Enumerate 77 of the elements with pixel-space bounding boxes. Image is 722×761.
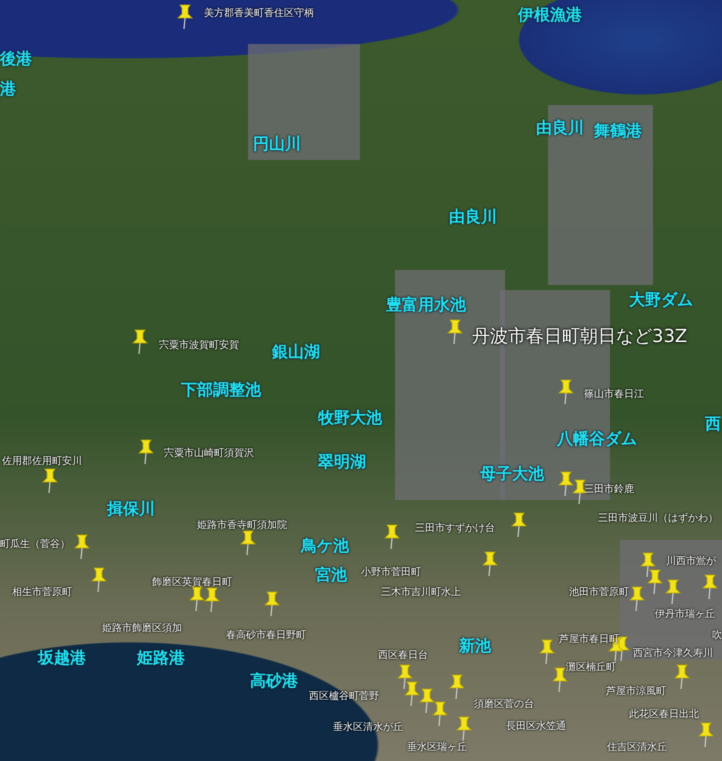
- water-body-label: 坂越港: [38, 649, 86, 668]
- water-body-label: 伊根漁港: [518, 6, 582, 24]
- place-label: 西区櫨谷町菅野: [309, 691, 379, 702]
- place-label: 相生市菅原町: [12, 587, 72, 598]
- place-label: 三木市吉川町水上: [381, 587, 461, 598]
- place-label: 宍粟市山崎町須賀沢: [164, 448, 254, 460]
- water-body-label: 鳥ケ池: [301, 537, 349, 556]
- water-body-label: 西: [705, 415, 721, 434]
- water-body-label: 揖保川: [107, 500, 155, 518]
- place-label: 町瓜生（菅谷）: [0, 539, 70, 550]
- place-label: 須磨区菅の台: [474, 699, 534, 710]
- water-body-label: 舞鶴港: [594, 122, 642, 140]
- pushpin-icon[interactable]: [91, 567, 107, 593]
- pushpin-icon[interactable]: [42, 468, 58, 494]
- pushpin-icon[interactable]: [384, 524, 400, 550]
- water-body-label: 宮池: [315, 566, 347, 584]
- water-body-label: 由良川: [536, 119, 584, 138]
- place-label: 飾磨区英賀春日町: [152, 577, 232, 588]
- place-label: 長田区水笠通: [506, 721, 566, 732]
- water-body-label: 銀山湖: [272, 343, 320, 362]
- place-label: 春高砂市春日野町: [226, 630, 306, 642]
- water-body-label: 新池: [459, 637, 491, 656]
- pushpin-icon[interactable]: [189, 586, 205, 612]
- pushpin-icon[interactable]: [511, 512, 527, 538]
- water-body-label: 由良川: [449, 208, 497, 226]
- place-label: 池田市菅原町: [569, 587, 629, 598]
- pushpin-icon[interactable]: [558, 379, 574, 405]
- pushpin-icon[interactable]: [482, 551, 498, 577]
- place-label: 三田市すずかけ台: [415, 523, 495, 534]
- pushpin-icon[interactable]: [240, 530, 256, 556]
- water-body-label: 姫路港: [137, 649, 185, 668]
- water-body-label: 牧野大池: [318, 409, 382, 428]
- water-body-label: 翠明湖: [318, 453, 366, 472]
- place-label: 三田市波豆川（はずかわ）: [598, 513, 718, 524]
- pushpin-icon[interactable]: [74, 534, 90, 560]
- pushpin-icon[interactable]: [264, 591, 280, 617]
- water-body-label: 母子大池: [480, 465, 544, 484]
- place-label: 此花区春日出北: [629, 709, 699, 720]
- water-body-label: 下部調整池: [181, 381, 261, 400]
- pushpin-icon[interactable]: [558, 471, 574, 497]
- folder-title-label: 丹波市春日町朝日など33Z: [472, 327, 688, 348]
- pushpin-icon[interactable]: [629, 586, 645, 612]
- water-body-label: 港: [0, 80, 16, 98]
- water-body-label: 豊富用水池: [386, 296, 466, 314]
- water-body-label: 大野ダム: [629, 291, 693, 310]
- place-label: 吹: [712, 630, 722, 642]
- place-label: 住吉区清水丘: [607, 742, 667, 754]
- place-label: 西宮市今津久寿川: [633, 648, 713, 660]
- pushpin-icon[interactable]: [447, 319, 463, 345]
- water-body-label: 円山川: [253, 135, 301, 154]
- pushpin-icon[interactable]: [138, 439, 154, 465]
- pushpin-icon[interactable]: [665, 579, 681, 605]
- place-label: 垂水区清水が丘: [333, 722, 403, 734]
- pushpin-icon[interactable]: [132, 329, 148, 355]
- pushpin-icon[interactable]: [702, 574, 718, 600]
- pushpin-icon[interactable]: [552, 667, 568, 693]
- place-label: 芦屋市涼風町: [606, 686, 666, 698]
- pushpin-icon[interactable]: [647, 569, 663, 595]
- place-label: 芦屋市春日町: [559, 634, 619, 646]
- place-label: 西区春日台: [378, 650, 428, 662]
- place-label: 川西市鴬が: [666, 556, 716, 568]
- place-label: 小野市菅田町: [361, 567, 421, 578]
- place-label: 佐用郡佐用町安川: [2, 456, 82, 468]
- place-label: 宍粟市波賀町安賀: [159, 340, 239, 352]
- place-label: 姫路市香寺町須加院: [197, 520, 287, 532]
- place-label: 篠山市春日江: [584, 389, 644, 400]
- place-label: 垂水区瑞ヶ丘: [407, 742, 467, 754]
- water-body-label: 八幡谷ダム: [557, 430, 637, 448]
- place-label: 灘区楠丘町: [566, 662, 616, 674]
- water-body-label: 高砂港: [250, 672, 298, 690]
- place-label: 美方郡香美町香住区守柄: [204, 8, 314, 20]
- place-label: 三田市鈴鹿: [584, 484, 634, 496]
- place-label: 伊丹市瑞ヶ丘: [655, 609, 715, 620]
- pushpin-icon[interactable]: [204, 587, 220, 613]
- pushpin-icon[interactable]: [640, 552, 656, 578]
- pushpin-icon[interactable]: [177, 4, 193, 30]
- place-label: 姫路市飾磨区須加: [102, 623, 182, 634]
